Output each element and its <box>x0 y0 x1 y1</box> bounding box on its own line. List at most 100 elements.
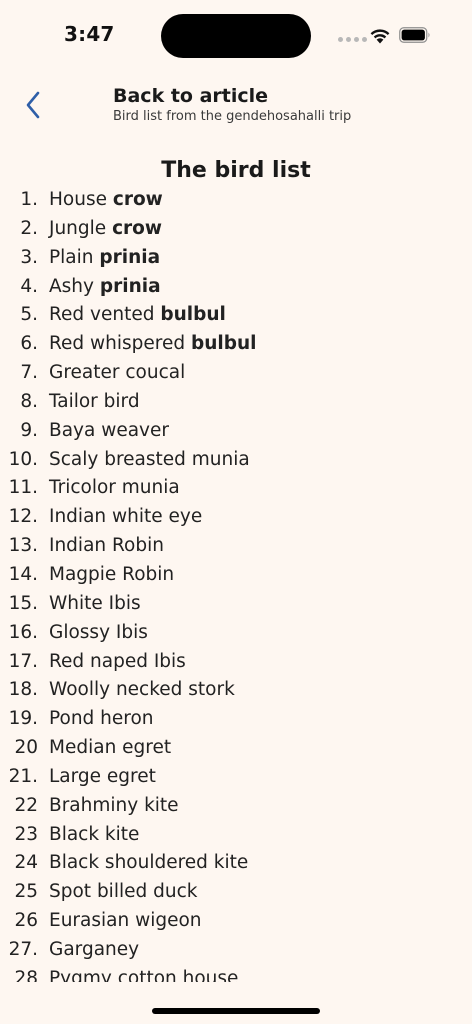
list-item: 20 Median egret <box>0 734 472 763</box>
list-item: 22 Brahminy kite <box>0 792 472 821</box>
list-item-name: Magpie Robin <box>49 561 174 590</box>
list-item-name: Plain prinia <box>49 244 160 273</box>
list-item: 15. White Ibis <box>0 590 472 619</box>
list-item-name-plain: Ashy <box>49 275 100 297</box>
list-item-name-plain: Red naped Ibis <box>49 650 186 672</box>
list-item-number: 21. <box>8 765 38 787</box>
list-item-name-bold: crow <box>112 189 163 210</box>
list-item-number: 6. <box>20 333 38 355</box>
list-item-name-plain: Indian white eye <box>49 506 203 528</box>
list-item: 24 Black shouldered kite <box>0 849 472 878</box>
list-item-number: 4. <box>20 275 38 297</box>
list-item-name: Brahminy kite <box>49 792 179 821</box>
list-item-name-plain: Red vented <box>49 304 161 326</box>
list-item-name: Indian white eye <box>49 503 202 532</box>
list-item-number: 10. <box>8 448 38 470</box>
list-item-name: Pygmy cotton house <box>49 965 238 982</box>
list-item-number: 5. <box>20 304 38 326</box>
list-item-name: Jungle crow <box>49 215 162 244</box>
list-item-number: 9. <box>20 419 38 441</box>
list-item-number: 14. <box>8 563 38 585</box>
list-item-name-plain: Scaly breasted munia <box>49 448 250 470</box>
list-item-number: 24 <box>14 852 38 874</box>
list-item-name: White Ibis <box>49 590 141 619</box>
list-item-number: 28 <box>14 967 38 982</box>
back-to-article-link[interactable]: Back to article <box>113 85 268 107</box>
list-item-name-plain: Indian Robin <box>49 535 164 557</box>
home-indicator[interactable] <box>152 1008 320 1014</box>
list-item-number: 1. <box>20 189 38 210</box>
list-item-name-bold: prinia <box>99 246 161 268</box>
list-item: 11. Tricolor munia <box>0 474 472 503</box>
list-item-number: 2. <box>20 217 38 239</box>
cellular-signal-icon <box>338 37 367 42</box>
list-item-name-plain: Red whispered <box>49 333 191 355</box>
list-item-number: 23 <box>14 823 38 845</box>
list-item-name: Red vented bulbul <box>49 301 226 330</box>
list-item-name-plain: Plain <box>49 246 100 268</box>
list-item-name: Pond heron <box>49 705 154 734</box>
dynamic-island <box>161 14 311 58</box>
list-item-name: Greater coucal <box>49 359 185 388</box>
list-item: 2. Jungle crow <box>0 215 472 244</box>
list-item-number: 17. <box>8 650 38 672</box>
list-item: 27. Garganey <box>0 936 472 965</box>
list-item-name: Garganey <box>49 936 139 965</box>
list-item-name-plain: House <box>49 189 113 210</box>
list-item-name-plain: Baya weaver <box>49 419 169 441</box>
list-item-name: Tricolor munia <box>49 474 180 503</box>
list-item: 4. Ashy prinia <box>0 273 472 302</box>
list-item-number: 20 <box>14 737 38 759</box>
list-item: 18. Woolly necked stork <box>0 676 472 705</box>
list-item-name: Red whispered bulbul <box>49 330 257 359</box>
list-item-number: 15. <box>8 592 38 614</box>
list-item: 21. Large egret <box>0 763 472 792</box>
list-item: 13. Indian Robin <box>0 532 472 561</box>
list-item-name-plain: Eurasian wigeon <box>49 910 202 932</box>
list-item: 14. Magpie Robin <box>0 561 472 590</box>
list-item-number: 18. <box>8 679 38 701</box>
list-item-name-plain: Pond heron <box>49 708 154 730</box>
list-item-name-plain: Woolly necked stork <box>49 679 235 701</box>
list-title: The bird list <box>161 158 311 183</box>
list-item-number: 3. <box>20 246 38 268</box>
list-item-name-plain: Garganey <box>49 938 140 960</box>
list-item-name: Ashy prinia <box>49 273 161 302</box>
list-item-name-plain: Brahminy kite <box>49 794 179 816</box>
list-item-number: 8. <box>20 390 38 412</box>
list-item-name-plain: Tricolor munia <box>49 477 180 499</box>
nav-header: Back to article Bird list from the gende… <box>0 80 472 130</box>
list-item-name-plain: White Ibis <box>49 592 141 614</box>
list-item: 26 Eurasian wigeon <box>0 907 472 936</box>
list-item: 23 Black kite <box>0 821 472 850</box>
list-item-number: 22 <box>14 794 38 816</box>
list-item-name: Glossy Ibis <box>49 619 148 648</box>
list-item-name-plain: Glossy Ibis <box>49 621 148 643</box>
list-item-name-bold: bulbul <box>160 304 226 326</box>
list-item-number: 19. <box>8 708 38 730</box>
chevron-left-icon[interactable] <box>22 90 46 120</box>
list-item: 1. House crow <box>0 186 472 215</box>
list-item-name: House crow <box>49 186 163 215</box>
list-item-name: Eurasian wigeon <box>49 907 202 936</box>
list-item-name: Large egret <box>49 763 156 792</box>
status-bar: 3:47 <box>0 0 472 70</box>
list-item: 16. Glossy Ibis <box>0 619 472 648</box>
list-item-name: Spot billed duck <box>49 878 197 907</box>
article-content[interactable]: The bird list 1. House crow 2. Jungle crow 3… <box>0 150 472 982</box>
list-item-number: 26 <box>14 910 38 932</box>
list-item: 6. Red whispered bulbul <box>0 330 472 359</box>
list-item-number: 25 <box>14 881 38 903</box>
list-item-name: Woolly necked stork <box>49 676 235 705</box>
list-item-name: Median egret <box>49 734 171 763</box>
list-item: 25 Spot billed duck <box>0 878 472 907</box>
list-item-name-plain: Spot billed duck <box>49 881 198 903</box>
list-item: 19. Pond heron <box>0 705 472 734</box>
battery-icon <box>399 27 430 43</box>
list-item-name-plain: Pygmy cotton house <box>49 967 239 982</box>
list-item-number: 16. <box>8 621 38 643</box>
list-item-name: Scaly breasted munia <box>49 446 250 475</box>
list-item-name: Black kite <box>49 821 139 850</box>
list-item: 7. Greater coucal <box>0 359 472 388</box>
list-item: 28 Pygmy cotton house <box>0 965 472 982</box>
